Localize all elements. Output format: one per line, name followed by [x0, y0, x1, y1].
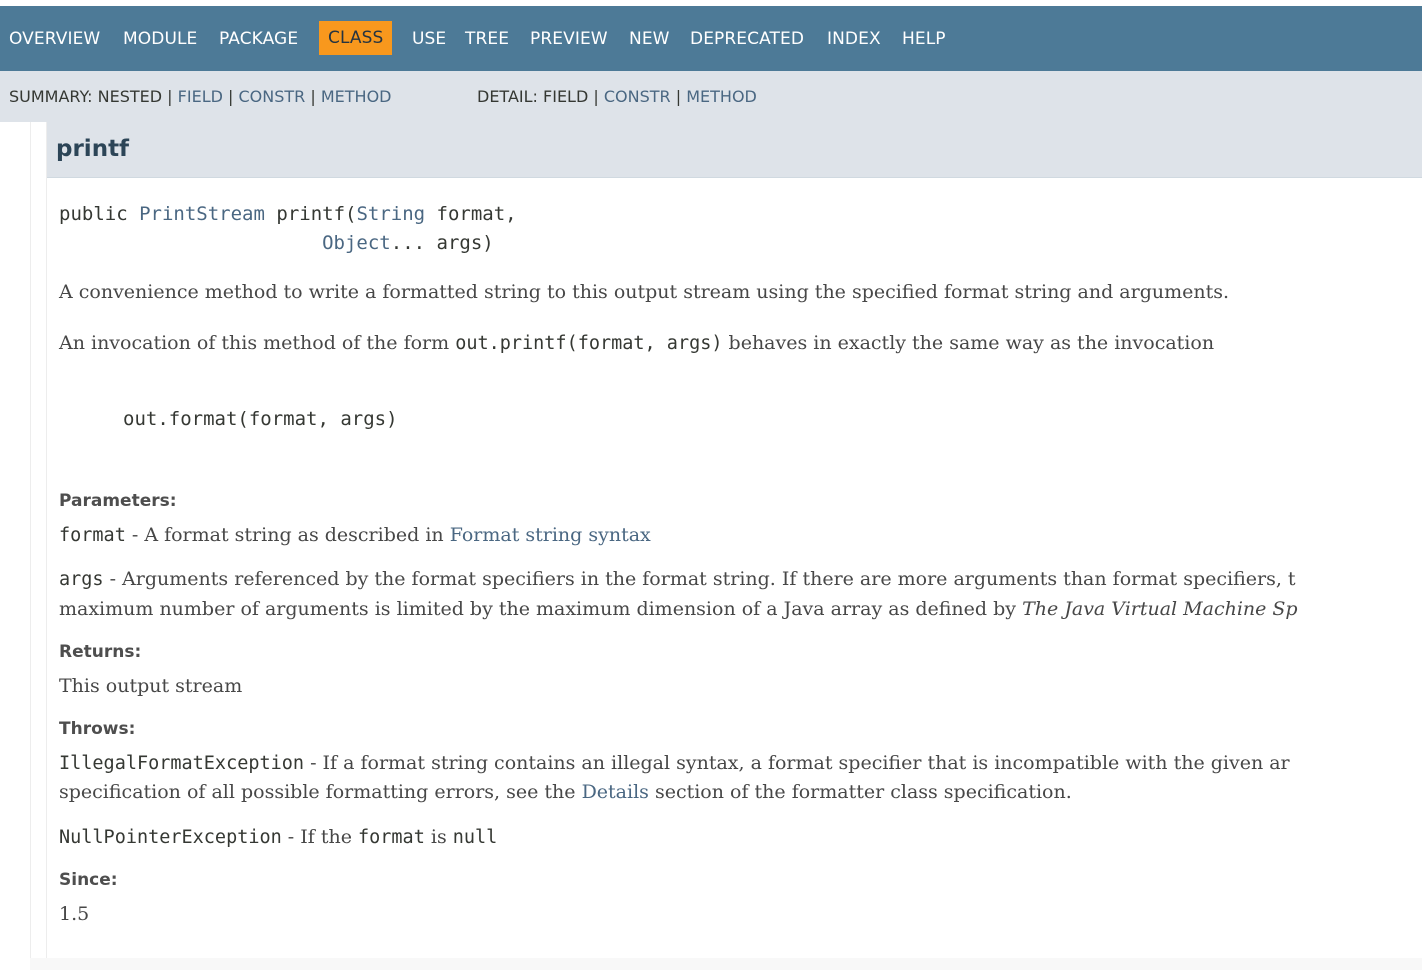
separator: |	[228, 87, 234, 106]
details-link[interactable]: Details	[582, 781, 649, 803]
description-1: A convenience method to write a formatte…	[59, 281, 1230, 303]
throws2-desc-mid: is	[424, 826, 453, 848]
returns-label: Returns:	[59, 642, 142, 662]
left-margin-line	[30, 122, 31, 970]
throws2-desc-before: - If the	[281, 826, 358, 848]
member-header: printf	[47, 122, 1422, 178]
separator: |	[167, 87, 173, 106]
code-example: out.format(format, args)	[123, 408, 398, 430]
param2-name: ... args)	[390, 232, 494, 254]
nav-overview[interactable]: OVERVIEW	[9, 28, 100, 50]
detail-method-link[interactable]: METHOD	[686, 87, 757, 106]
param-format-desc: - A format string as described in	[125, 524, 450, 546]
param2-type-link[interactable]: Object	[322, 232, 391, 254]
since-value: 1.5	[59, 903, 90, 925]
returns-desc: This output stream	[59, 675, 243, 697]
description-2-before: An invocation of this method of the form	[59, 332, 456, 354]
throws1-desc-2-before: specification of all possible formatting…	[59, 781, 582, 803]
param-args-name: args	[59, 569, 104, 590]
separator: |	[310, 87, 316, 106]
nav-deprecated[interactable]: DEPRECATED	[690, 28, 804, 50]
method-signature: public PrintStream printf(String format,…	[59, 200, 517, 258]
param-format: format - A format string as described in…	[59, 520, 651, 551]
summary-method-link[interactable]: METHOD	[321, 87, 392, 106]
detail-links: DETAIL: FIELD | CONSTR | METHOD	[477, 87, 757, 107]
nav-class-active[interactable]: CLASS	[319, 21, 393, 55]
param-args-line-2: maximum number of arguments is limited b…	[59, 594, 1298, 624]
illegal-format-exception-link[interactable]: IllegalFormatException	[59, 753, 304, 774]
nav-tree[interactable]: TREE	[465, 28, 509, 50]
summary-field-link[interactable]: FIELD	[178, 87, 223, 106]
throws2-code-format: format	[358, 827, 425, 848]
format-string-syntax-link[interactable]: Format string syntax	[450, 524, 651, 546]
nav-package[interactable]: PACKAGE	[219, 28, 298, 50]
detail-prefix: DETAIL: FIELD	[477, 87, 589, 106]
member-title: printf	[56, 136, 130, 162]
separator: |	[675, 87, 682, 106]
param-format-name: format	[59, 525, 126, 546]
throws1-desc: - If a format string contains an illegal…	[304, 752, 1290, 774]
method-detail-block: printf public PrintStream printf(String …	[46, 122, 1422, 958]
method-name: printf(	[276, 203, 357, 225]
nav-help[interactable]: HELP	[902, 28, 946, 50]
sub-navigation-bar: SUMMARY: NESTED | FIELD | CONSTR | METHO…	[0, 71, 1422, 122]
summary-constr-link[interactable]: CONSTR	[239, 87, 306, 106]
throws-label: Throws:	[59, 719, 136, 739]
throws-illegal-format-line-2: specification of all possible formatting…	[59, 777, 1072, 807]
throws1-desc-2-after: section of the formatter class specifica…	[648, 781, 1072, 803]
param-args-desc-2: maximum number of arguments is limited b…	[59, 598, 1023, 620]
since-label: Since:	[59, 870, 118, 890]
nav-preview[interactable]: PREVIEW	[530, 28, 608, 50]
return-type-link[interactable]: PrintStream	[139, 203, 265, 225]
param1-type-link[interactable]: String	[356, 203, 425, 225]
param-args-desc: - Arguments referenced by the format spe…	[103, 568, 1296, 590]
signature-modifier: public	[59, 203, 128, 225]
throws-illegal-format: IllegalFormatException - If a format str…	[59, 748, 1290, 779]
param-args: args - Arguments referenced by the forma…	[59, 564, 1296, 595]
detail-constr-link[interactable]: CONSTR	[604, 87, 671, 106]
nav-index[interactable]: INDEX	[827, 28, 881, 50]
null-pointer-exception-link[interactable]: NullPointerException	[59, 827, 282, 848]
summary-links: SUMMARY: NESTED | FIELD | CONSTR | METHO…	[9, 87, 392, 107]
bottom-strip	[30, 958, 1422, 970]
summary-prefix: SUMMARY: NESTED	[9, 87, 163, 106]
throws2-code-null: null	[452, 827, 498, 848]
parameters-label: Parameters:	[59, 491, 177, 511]
throws-null-pointer: NullPointerException - If the format is …	[59, 822, 497, 853]
top-navigation-bar: OVERVIEW MODULE PACKAGE CLASS USE TREE P…	[0, 6, 1422, 71]
param1-name: format,	[425, 203, 517, 225]
nav-use[interactable]: USE	[412, 28, 446, 50]
description-2: An invocation of this method of the form…	[59, 328, 1214, 359]
nav-new[interactable]: NEW	[629, 28, 670, 50]
separator: |	[593, 87, 599, 106]
nav-module[interactable]: MODULE	[123, 28, 197, 50]
description-2-after: behaves in exactly the same way as the i…	[722, 332, 1215, 354]
jvm-spec-title: The Java Virtual Machine Sp	[1022, 598, 1298, 620]
description-2-code: out.printf(format, args)	[455, 333, 723, 354]
